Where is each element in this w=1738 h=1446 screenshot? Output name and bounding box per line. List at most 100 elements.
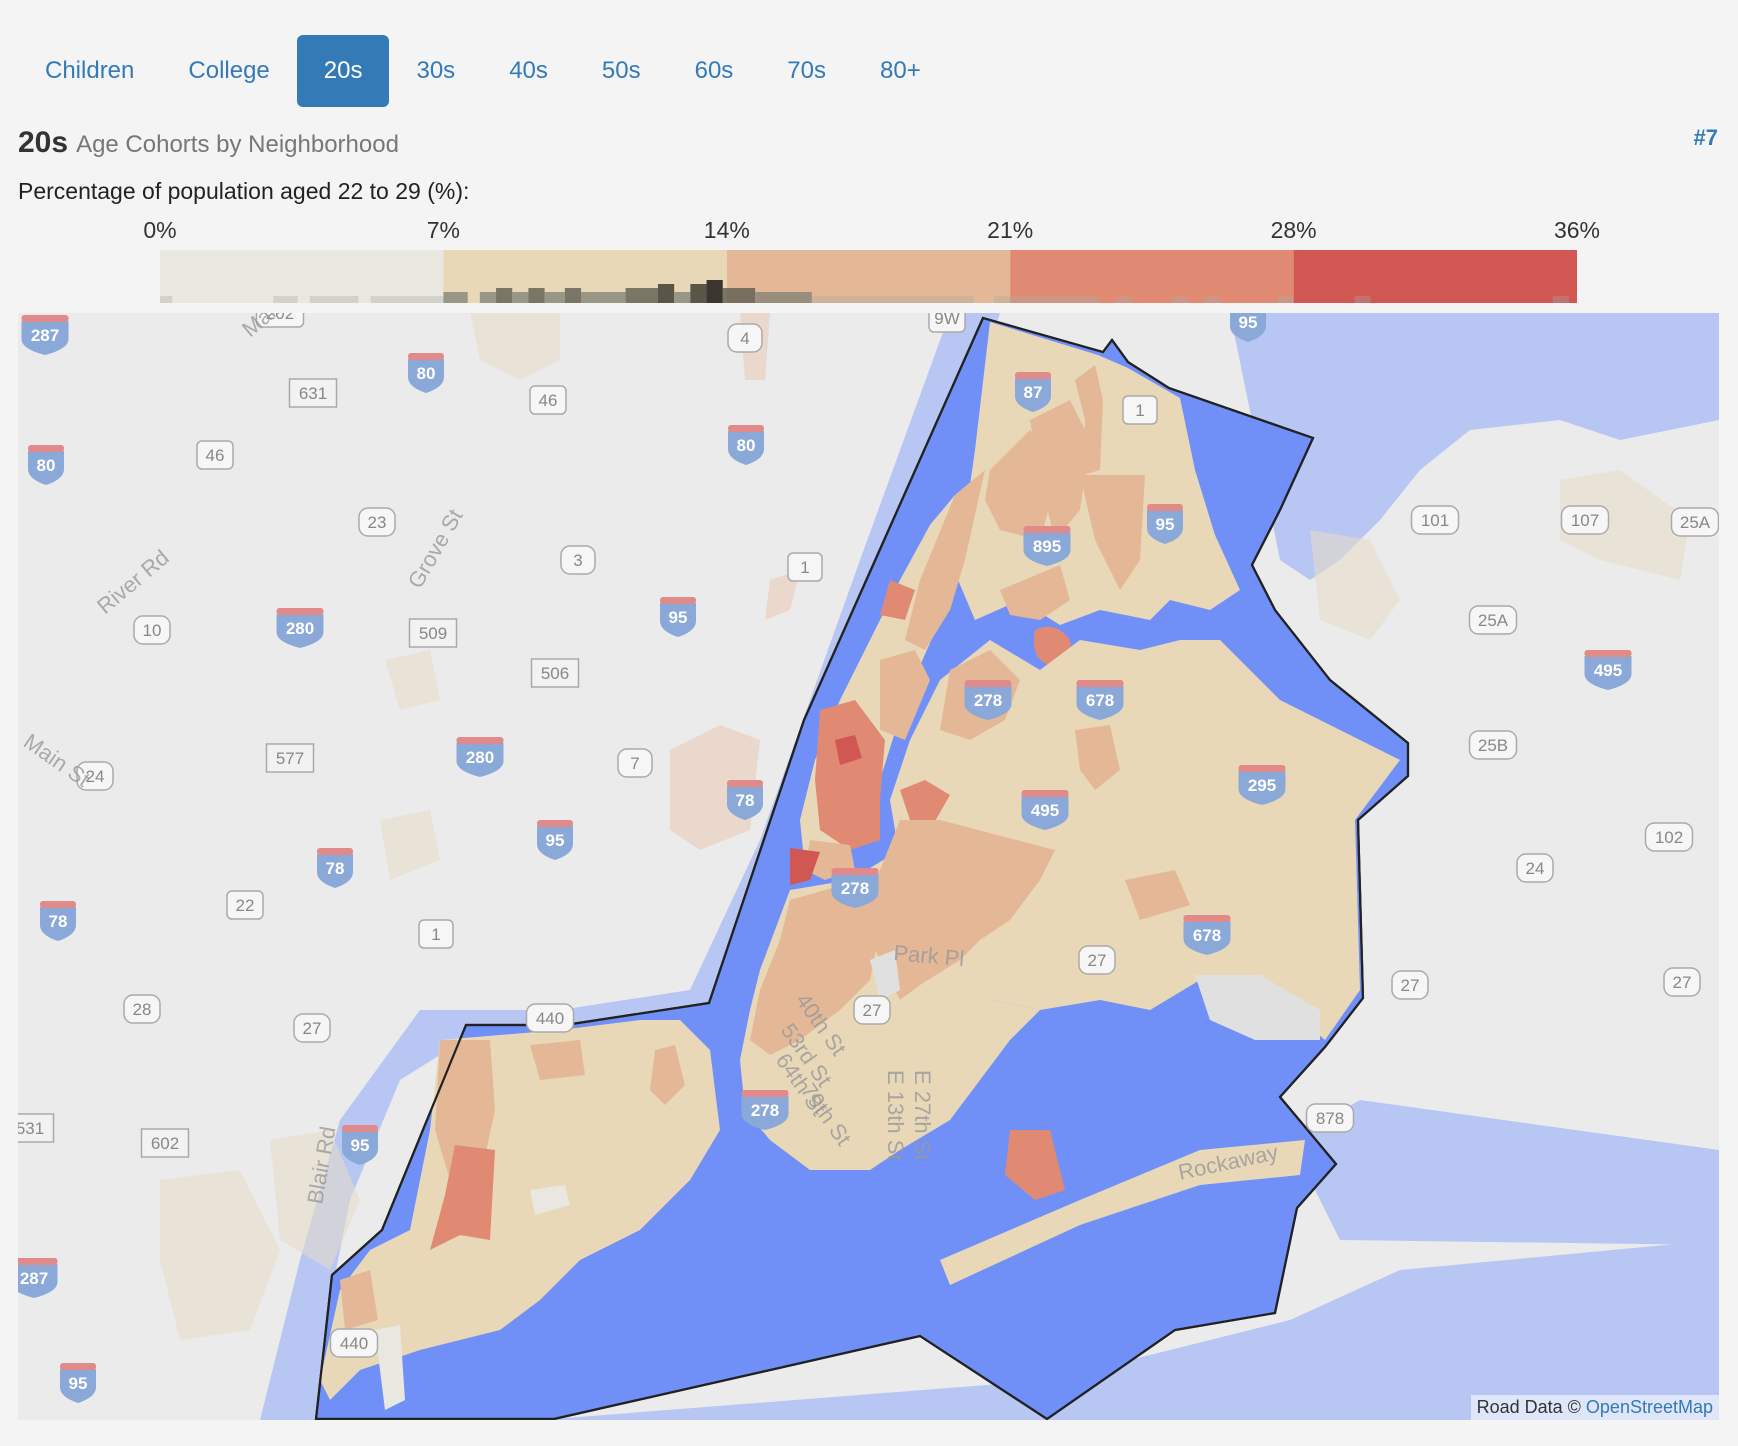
tab-college[interactable]: College [161,35,296,107]
state-shield-icon: 3 [560,545,596,575]
interstate-shield-icon: 280 [456,737,504,777]
legend-color-scale [160,250,1577,303]
attribution-prefix: Road Data © [1476,1397,1581,1417]
tab-40s[interactable]: 40s [482,35,575,107]
road-label-text: 22 [236,896,255,915]
age-cohort-tabs: Children College 20s 30s 40s 50s 60s 70s 80+ [18,35,948,107]
interstate-shield-icon: 80 [28,445,64,485]
road-label-text: 295 [1248,776,1276,795]
tab-30s[interactable]: 30s [389,35,482,107]
histogram-bar [564,288,582,303]
county-shield-icon: 577 [265,743,315,773]
choropleth-map[interactable]: 287 80 80 80 280 280 95 95 95 95 95 78 78 78 87 895 95 27… [18,313,1719,1420]
tab-children[interactable]: Children [18,35,161,107]
histogram-bar [1277,296,1294,303]
county-shield-icon: 631 [288,378,338,408]
histogram-bar [512,292,529,303]
state-shield-icon: 28 [123,994,161,1024]
interstate-shield-icon: 95 [660,597,696,637]
legend-bin [160,250,444,303]
tab-80plus[interactable]: 80+ [853,35,948,107]
map-attribution: Road Data © OpenStreetMap [1470,1395,1719,1420]
histogram-bar [479,292,497,303]
tab-60s[interactable]: 60s [668,35,761,107]
road-label-text: 280 [286,619,314,638]
histogram-bar [309,296,359,303]
histogram-bar [674,292,691,303]
legend-tick: 28% [1270,217,1317,243]
neighborhood[interactable] [1310,530,1400,640]
road-label-text: 495 [1594,661,1622,680]
road-label-text: 24 [1526,859,1545,878]
road-label-text: 107 [1571,511,1599,530]
openstreetmap-link[interactable]: OpenStreetMap [1586,1397,1713,1417]
road-label-text: 9W [934,313,960,328]
histogram-bar [443,292,468,303]
road-label-text: 95 [1239,313,1258,332]
legend-bin [1010,250,1294,303]
legend-svg [160,250,1577,303]
permalink-link[interactable]: #7 [1694,125,1718,151]
interstate-shield-icon: 80 [408,353,444,393]
street-label: E 27th St [910,1070,935,1161]
histogram-bar [690,284,707,303]
road-label-text: 101 [1421,511,1449,530]
state-shield-icon: 27 [1078,945,1116,975]
interstate-shield-icon: 80 [728,425,764,465]
road-label-text: 80 [417,364,436,383]
street-label: Grove St [403,505,468,593]
road-label-text: 4 [740,329,749,348]
state-shield-icon: 440 [525,1003,575,1033]
road-label-text: 1 [800,558,809,577]
map-svg[interactable]: 2878080802802809595959595787878878959527… [18,313,1719,1420]
state-shield-icon: 24 [1516,853,1554,883]
road-label-text: 80 [37,456,56,475]
tab-20s[interactable]: 20s [296,35,390,107]
us-shield-icon: 22 [226,890,264,920]
road-label-text: 25B [1478,736,1508,755]
interstate-shield-icon: 78 [317,848,353,888]
state-shield-icon: 27 [1391,970,1429,1000]
tab-50s[interactable]: 50s [575,35,668,107]
neighborhood[interactable] [470,313,560,380]
road-label-text: 278 [841,879,869,898]
tab-70s[interactable]: 70s [760,35,853,107]
histogram-bar [811,296,974,303]
road-label-text: 25A [1680,513,1711,532]
interstate-shield-icon: 78 [40,901,76,941]
state-shield-icon: 440 [329,1328,379,1358]
road-label-text: 102 [1655,828,1683,847]
histogram-bar [544,292,565,303]
state-shield-icon: 107 [1560,505,1610,535]
neighborhood[interactable] [380,810,440,880]
road-label-text: 87 [1024,383,1043,402]
road-label-text: 95 [546,831,565,850]
road-label-text: 506 [541,664,569,683]
road-label-text: 46 [539,391,558,410]
road-label-text: 95 [69,1374,88,1393]
county-shield-icon: 509 [408,618,458,648]
state-shield-icon: 102 [1644,822,1694,852]
page-subtitle: Age Cohorts by Neighborhood [76,131,399,158]
road-label-text: 23 [368,513,387,532]
road-label-text: 46 [206,446,225,465]
road-label-text: 278 [974,691,1002,710]
neighborhood[interactable] [160,1170,280,1340]
state-shield-icon: 27 [853,995,891,1025]
street-label: Main St [19,729,94,792]
road-label-text: 895 [1033,537,1061,556]
interstate-shield-icon: 495 [1584,650,1632,690]
road-label-text: 25A [1478,611,1509,630]
page-heading: 20s Age Cohorts by Neighborhood [18,126,399,160]
legend-bin [1293,250,1577,303]
histogram-bar [496,288,513,303]
state-shield-icon: 25B [1468,730,1518,760]
state-shield-icon: 27 [293,1013,331,1043]
state-shield-icon: 101 [1410,505,1460,535]
neighborhood[interactable] [385,650,440,710]
road-label-text: 95 [351,1136,370,1155]
road-label-text: 80 [737,436,756,455]
legend-title: Percentage of population aged 22 to 29 (… [18,178,470,204]
road-label-text: 28 [133,1000,152,1019]
histogram-bar [755,292,812,303]
